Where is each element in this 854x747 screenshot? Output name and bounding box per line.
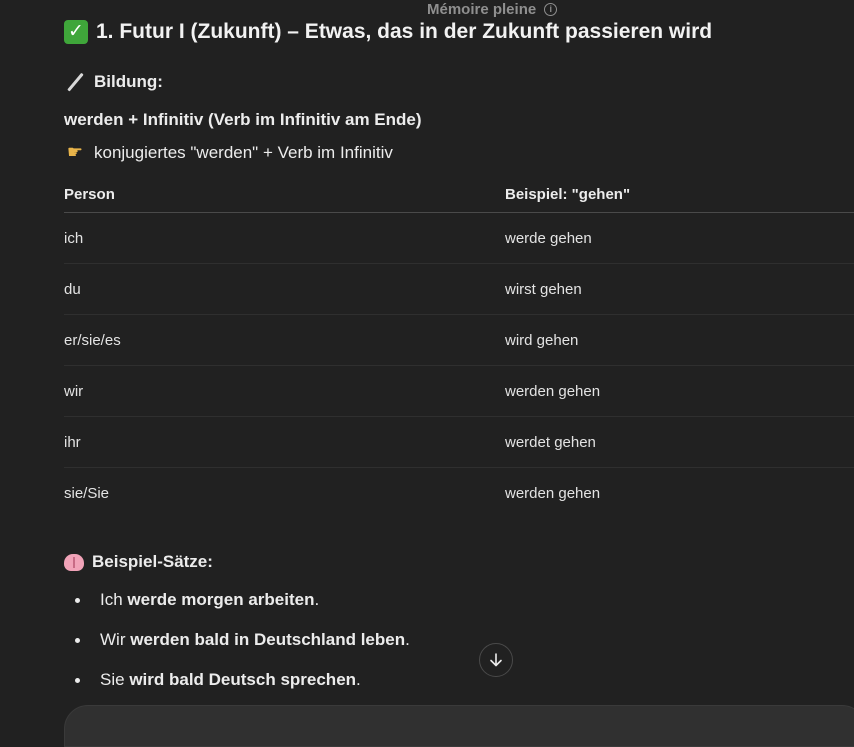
column-header-person: Person xyxy=(64,177,505,213)
table-row: wir werden gehen xyxy=(64,365,854,417)
sentence-suffix: . xyxy=(314,590,320,609)
sentence-suffix: . xyxy=(405,630,410,649)
table-row: er/sie/es wird gehen xyxy=(64,314,854,366)
section-heading: ✓ 1. Futur I (Zukunft) – Etwas, das in d… xyxy=(64,20,712,44)
bildung-heading: Bildung: xyxy=(64,71,163,93)
list-item: Wir werden bald in Deutschland leben. xyxy=(64,620,764,660)
hint-line: ☛ konjugiertes "werden" + Verb im Infini… xyxy=(64,142,393,163)
bildung-label: Bildung: xyxy=(94,72,163,91)
person-cell: du xyxy=(64,263,505,315)
person-cell: ihr xyxy=(64,416,505,468)
example-cell: wirst gehen xyxy=(505,263,854,315)
example-cell: werde gehen xyxy=(505,212,854,264)
message-composer[interactable] xyxy=(64,705,854,747)
sentence-bold: werde morgen arbeiten xyxy=(127,590,315,609)
sentence-prefix: Sie xyxy=(100,670,125,689)
example-sentences-list: Ich werde morgen arbeiten. Wir werden ba… xyxy=(64,580,764,700)
person-cell: wir xyxy=(64,365,505,417)
memory-status-label: Mémoire pleine xyxy=(427,0,537,18)
info-icon[interactable]: i xyxy=(544,2,558,16)
person-cell: sie/Sie xyxy=(64,484,110,502)
magic-wand-icon xyxy=(64,71,86,93)
example-cell: wird gehen xyxy=(505,314,854,366)
sentence-suffix: . xyxy=(356,670,361,689)
example-cell: werdet gehen xyxy=(505,416,854,468)
conjugation-table: Person Beispiel: "gehen" ich werde gehen… xyxy=(64,177,854,518)
list-item: Ich werde morgen arbeiten. xyxy=(64,580,764,620)
table-row: ich werde gehen xyxy=(64,212,854,264)
brain-icon xyxy=(64,553,84,571)
person-cell: er/sie/es xyxy=(64,314,505,366)
column-header-example: Beispiel: "gehen" xyxy=(505,177,854,213)
example-cell: werden gehen xyxy=(505,365,854,417)
sentence-bold: werden bald in Deutschland leben xyxy=(130,630,406,649)
person-cell: ich xyxy=(64,212,505,264)
formula-text: werden + Infinitiv (Verb im Infinitiv am… xyxy=(64,110,422,129)
table-row: du wirst gehen xyxy=(64,263,854,315)
pointing-hand-icon: ☛ xyxy=(66,142,84,162)
table-row: sie/Sie werden gehen xyxy=(64,468,854,519)
sentence-bold: wird bald Deutsch sprechen xyxy=(129,670,357,689)
example-cell: werden gehen xyxy=(505,484,601,502)
table-header-row: Person Beispiel: "gehen" xyxy=(64,177,854,213)
memory-status[interactable]: Mémoire pleine i xyxy=(427,0,558,18)
hint-text: konjugiertes "werden" + Verb im Infiniti… xyxy=(94,142,393,162)
sentence-prefix: Ich xyxy=(100,590,123,609)
list-item: Sie wird bald Deutsch sprechen. xyxy=(64,660,764,700)
examples-heading: Beispiel-Sätze: xyxy=(64,552,213,572)
section-title: 1. Futur I (Zukunft) – Etwas, das in der… xyxy=(96,20,713,43)
examples-heading-label: Beispiel-Sätze: xyxy=(92,552,213,571)
scroll-to-bottom-button[interactable] xyxy=(479,643,513,677)
arrow-down-icon xyxy=(490,653,502,667)
check-mark-icon: ✓ xyxy=(64,20,88,44)
sentence-prefix: Wir xyxy=(100,630,126,649)
table-row: ihr werdet gehen xyxy=(64,416,854,468)
